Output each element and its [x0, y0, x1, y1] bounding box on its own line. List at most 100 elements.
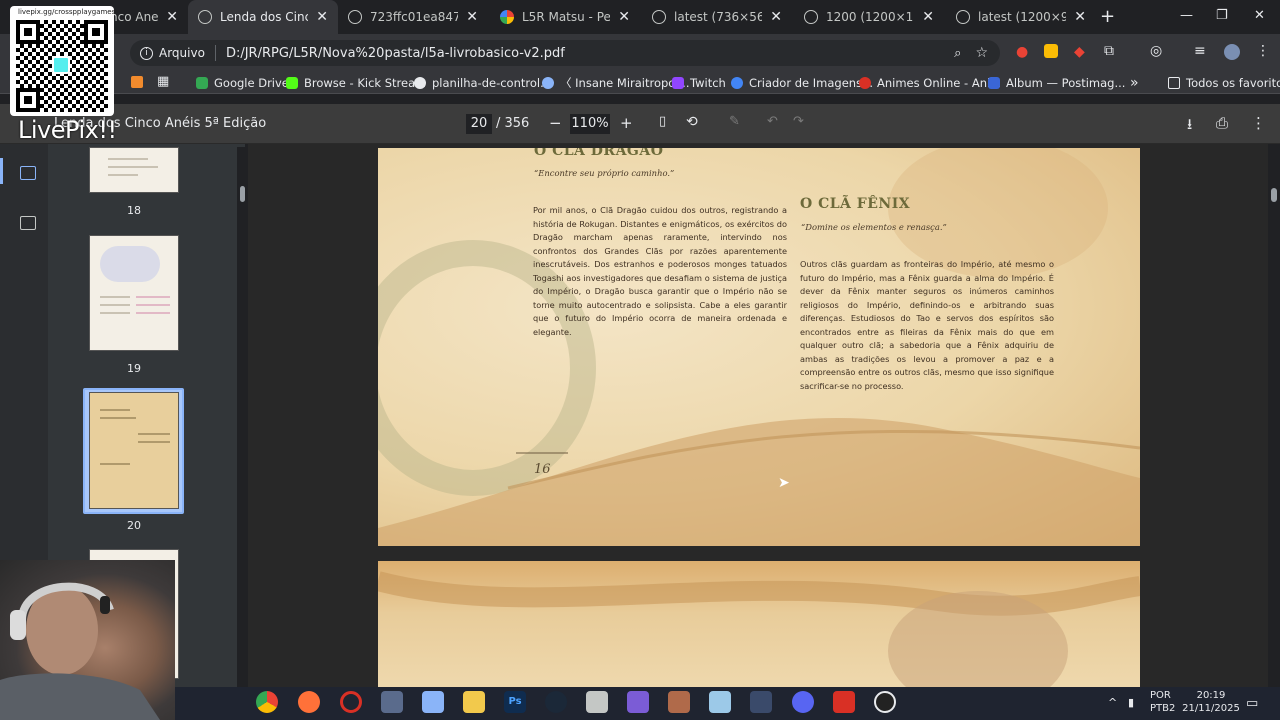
zoom-icon[interactable]: ⌕ — [954, 46, 961, 61]
chrome-icon[interactable] — [256, 691, 278, 713]
clock[interactable]: 20:19 21/11/2025 — [1180, 689, 1242, 715]
bookmark-item[interactable]: Criador de Imagens... — [731, 72, 873, 94]
notifications-icon[interactable]: ▭ — [1246, 696, 1258, 711]
bookmark-label: Google Drive — [214, 76, 289, 90]
close-icon[interactable]: ✕ — [922, 9, 934, 25]
undo-icon[interactable]: ↶ — [767, 114, 778, 129]
steam-icon[interactable] — [545, 691, 567, 713]
redo-icon[interactable]: ↷ — [793, 114, 804, 129]
extension-icon[interactable]: ◆ — [1074, 44, 1085, 60]
extension-icon[interactable] — [1044, 44, 1058, 58]
bookmark-item[interactable]: planilha-de-control... — [414, 72, 551, 94]
extension-icon[interactable]: ● — [1016, 44, 1028, 60]
star-icon[interactable]: ☆ — [975, 45, 988, 61]
language-indicator[interactable]: POR PTB2 — [1150, 689, 1175, 715]
bookmark-item[interactable]: Browse - Kick Strea... — [286, 72, 426, 94]
print-icon[interactable]: ⎙ — [1216, 114, 1228, 132]
menu-icon[interactable]: ⋮ — [1256, 43, 1270, 59]
close-icon[interactable]: ✕ — [316, 9, 328, 25]
close-window-icon[interactable]: ✕ — [1254, 8, 1265, 23]
viewer-scroll-thumb[interactable] — [1271, 188, 1277, 202]
more-bookmarks-icon[interactable]: » — [1130, 72, 1139, 94]
drive-icon — [196, 77, 208, 89]
zoom-level-input[interactable]: 110% — [570, 114, 610, 134]
folder-icon[interactable] — [463, 691, 485, 713]
bookmark-icon[interactable] — [131, 76, 143, 88]
discord-icon[interactable] — [792, 691, 814, 713]
globe-icon — [348, 10, 362, 24]
app-icon[interactable] — [586, 691, 608, 713]
tab-6[interactable]: latest (1200×900) ✕ — [946, 0, 1096, 34]
all-bookmarks-folder[interactable]: Todos os favoritos — [1168, 72, 1280, 94]
section-quote: “Domine os elementos e renasça.” — [801, 222, 947, 232]
apps-icon[interactable]: ▦ — [157, 74, 169, 89]
paint-icon[interactable] — [422, 691, 444, 713]
page-thumbnail[interactable] — [89, 235, 179, 351]
media-icon[interactable]: ≡ — [1194, 43, 1206, 59]
bookmark-label: Album — Postimag... — [1006, 76, 1126, 90]
bing-icon — [731, 77, 743, 89]
tab-4[interactable]: latest (736×561) ✕ — [642, 0, 792, 34]
viewer-scrollbar[interactable] — [1268, 147, 1280, 687]
site-info-chip[interactable]: i Arquivo — [130, 40, 215, 66]
zoom-out-button[interactable]: − — [549, 114, 562, 132]
annotate-icon[interactable]: ✎ — [729, 114, 740, 129]
url-text[interactable]: D:/JR/RPG/L5R/Nova%20pasta/l5a-livrobasi… — [226, 46, 954, 61]
info-icon: i — [140, 46, 153, 60]
page-thumbnail[interactable] — [89, 392, 179, 509]
tab-3[interactable]: L5R Matsu - Pesquisa ✕ — [490, 0, 640, 34]
close-icon[interactable]: ✕ — [166, 9, 178, 25]
bookmark-item[interactable]: 〈 Insane Miraitropol... — [542, 72, 690, 94]
puzzle-icon[interactable]: ⧉ — [1104, 43, 1114, 59]
minimize-icon[interactable]: — — [1180, 8, 1193, 23]
download-icon[interactable]: ⭳ — [1187, 114, 1192, 139]
date: 21/11/2025 — [1182, 703, 1240, 714]
bookmark-label: Browse - Kick Strea... — [304, 76, 427, 90]
close-icon[interactable]: ✕ — [1074, 9, 1086, 25]
camera-icon[interactable]: ◎ — [1150, 43, 1162, 59]
outline-icon[interactable] — [20, 216, 36, 230]
kick-icon — [286, 77, 298, 89]
rotate-icon[interactable]: ⟲ — [686, 114, 698, 130]
close-icon[interactable]: ✕ — [770, 9, 782, 25]
zoom-in-button[interactable]: + — [620, 114, 633, 132]
firefox-icon[interactable] — [298, 691, 320, 713]
avatar[interactable] — [1224, 44, 1240, 60]
fit-page-icon[interactable]: ▯ — [659, 114, 666, 129]
bookmark-item[interactable]: Google Drive — [196, 72, 289, 94]
close-icon[interactable]: ✕ — [618, 9, 630, 25]
photoshop-icon[interactable]: Ps — [504, 691, 526, 713]
address-bar[interactable]: i Arquivo D:/JR/RPG/L5R/Nova%20pasta/l5a… — [130, 40, 1000, 66]
tab-2[interactable]: 723ffc01ea847ca79b ✕ — [338, 0, 488, 34]
page-number-input[interactable]: 20 — [466, 114, 492, 134]
active-indicator — [0, 158, 3, 184]
tab-5[interactable]: 1200 (1200×1011) ✕ — [794, 0, 944, 34]
time: 20:19 — [1196, 690, 1226, 701]
page-thumbnail[interactable] — [89, 147, 179, 193]
game-icon[interactable] — [668, 691, 690, 713]
thumbnails-icon[interactable] — [20, 166, 36, 180]
app-icon[interactable] — [381, 691, 403, 713]
sidebar-scroll-thumb[interactable] — [240, 186, 245, 202]
more-actions-icon[interactable]: ⋮ — [1251, 114, 1266, 132]
pdf-page — [378, 561, 1140, 691]
qr-url: livepix.gg/crosspplaygames — [18, 8, 116, 16]
app-icon[interactable] — [833, 691, 855, 713]
app-icon[interactable] — [750, 691, 772, 713]
restore-icon[interactable]: ❐ — [1216, 8, 1228, 23]
app-icon[interactable] — [709, 691, 731, 713]
close-icon[interactable]: ✕ — [466, 9, 478, 25]
tray-expand-icon[interactable]: ^ — [1108, 696, 1117, 709]
new-tab-button[interactable]: + — [1100, 6, 1115, 27]
obs-icon[interactable] — [874, 691, 896, 713]
tab-1[interactable]: Lenda dos Cinco Anéis ✕ — [188, 0, 338, 34]
page-total: / 356 — [496, 116, 530, 131]
bookmark-item[interactable]: Animes Online - Ani... — [859, 72, 1001, 94]
sidebar-scrollbar[interactable] — [237, 147, 247, 687]
gamepad-icon[interactable] — [627, 691, 649, 713]
battery-icon[interactable]: ▮ — [1128, 696, 1134, 709]
bookmark-item[interactable]: Twitch — [672, 72, 726, 94]
opera-icon[interactable] — [340, 691, 362, 713]
bookmark-item[interactable]: Album — Postimag... — [988, 72, 1125, 94]
globe-icon — [542, 77, 554, 89]
